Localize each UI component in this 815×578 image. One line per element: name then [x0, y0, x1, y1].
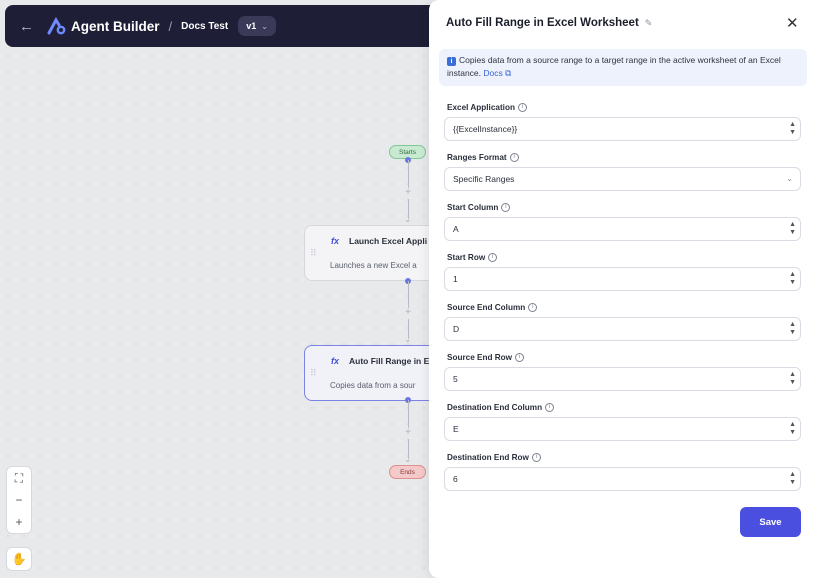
info-circle-icon[interactable]: i — [531, 453, 541, 462]
stepper-icon[interactable]: ▲ ▼ — [789, 121, 796, 137]
connector-line — [408, 281, 409, 308]
field-label-source-end-row: Source End Row i — [447, 353, 525, 362]
fit-view-icon[interactable]: ⛶ — [7, 467, 31, 489]
stepper-icon[interactable]: ▲ ▼ — [789, 421, 796, 437]
field-label-destination-end-row: Destination End Row i — [447, 453, 541, 462]
chevron-down-icon: ⌄ — [786, 174, 793, 183]
arrow-down-icon: ⌄ — [404, 214, 412, 224]
field-label-start-row: Start Row i — [447, 253, 498, 262]
arrow-down-icon: ⌄ — [404, 454, 412, 464]
field-label-excel-application: Excel Application i — [447, 103, 527, 112]
info-circle-icon[interactable]: i — [488, 253, 498, 262]
connector-line — [408, 400, 409, 428]
doc-name[interactable]: Docs Test — [181, 21, 228, 32]
stepper-icon[interactable]: ▲ ▼ — [789, 371, 796, 387]
edit-pencil-icon[interactable]: ✎ — [645, 18, 653, 29]
add-step-icon[interactable]: + — [403, 188, 413, 198]
back-arrow-icon[interactable]: ← — [19, 18, 39, 35]
zoom-controls: ⛶ − + — [6, 466, 32, 534]
info-circle-icon[interactable]: i — [545, 403, 555, 412]
panel-title: Auto Fill Range in Excel Worksheet ✎ — [446, 17, 652, 29]
docs-link[interactable]: Docs ⧉ — [483, 68, 511, 78]
version-dropdown[interactable]: v1 ⌄ — [238, 16, 276, 36]
breadcrumb-separator: / — [168, 18, 173, 34]
excel-application-input[interactable]: {{ExcelInstance}} ▲ ▼ — [444, 117, 801, 141]
agent-builder-logo-icon — [47, 17, 66, 35]
connector-line — [408, 160, 409, 188]
external-link-icon: ⧉ — [505, 68, 512, 78]
start-row-input[interactable]: 1 ▲ ▼ — [444, 267, 801, 291]
field-label-start-column: Start Column i — [447, 203, 511, 212]
field-label-source-end-column: Source End Column i — [447, 303, 538, 312]
info-circle-icon[interactable]: i — [501, 203, 511, 212]
destination-end-column-input[interactable]: E ▲ ▼ — [444, 417, 801, 441]
drag-handle-icon[interactable]: ⠿ — [310, 368, 317, 379]
end-node[interactable]: Ends — [389, 465, 426, 479]
stepper-icon[interactable]: ▲ ▼ — [789, 271, 796, 287]
add-step-icon[interactable]: + — [403, 308, 413, 318]
node-title: Launch Excel Appli — [349, 236, 428, 246]
panel-title-text: Auto Fill Range in Excel Worksheet — [446, 17, 639, 29]
pan-control: ✋ — [6, 547, 32, 571]
field-label-destination-end-column: Destination End Column i — [447, 403, 555, 412]
info-circle-icon[interactable]: i — [528, 303, 538, 312]
info-circle-icon[interactable]: i — [517, 103, 527, 112]
add-step-icon[interactable]: + — [403, 428, 413, 438]
info-banner: i Copies data from a source range to a ta… — [439, 49, 807, 86]
stepper-icon[interactable]: ▲ ▼ — [789, 471, 796, 487]
info-icon: i — [447, 57, 456, 66]
function-icon: fx — [331, 236, 340, 246]
chevron-down-icon: ⌄ — [261, 21, 268, 31]
app-name[interactable]: Agent Builder — [71, 19, 160, 34]
save-button[interactable]: Save — [740, 507, 801, 537]
source-end-row-input[interactable]: 5 ▲ ▼ — [444, 367, 801, 391]
zoom-out-icon[interactable]: − — [7, 489, 31, 511]
function-icon: fx — [331, 356, 340, 366]
node-description: Copies data from a sour — [330, 381, 416, 390]
arrow-down-icon: ⌄ — [404, 334, 412, 344]
node-description: Launches a new Excel a — [330, 261, 417, 270]
info-circle-icon[interactable]: i — [515, 353, 525, 362]
source-end-column-input[interactable]: D ▲ ▼ — [444, 317, 801, 341]
stepper-icon[interactable]: ▲ ▼ — [789, 221, 796, 237]
hand-pan-icon[interactable]: ✋ — [7, 548, 31, 570]
close-icon[interactable]: ✕ — [786, 14, 799, 32]
top-header: ← Agent Builder / Docs Test v1 ⌄ — [5, 5, 445, 47]
ranges-format-select[interactable]: Specific Ranges ⌄ — [444, 167, 801, 191]
node-title: Auto Fill Range in E — [349, 356, 430, 366]
drag-handle-icon[interactable]: ⠿ — [310, 248, 317, 259]
info-circle-icon[interactable]: i — [509, 153, 519, 162]
zoom-in-icon[interactable]: + — [7, 511, 31, 533]
destination-end-row-input[interactable]: 6 ▲ ▼ — [444, 467, 801, 491]
stepper-icon[interactable]: ▲ ▼ — [789, 321, 796, 337]
start-column-input[interactable]: A ▲ ▼ — [444, 217, 801, 241]
version-label: v1 — [246, 21, 257, 31]
properties-panel: Auto Fill Range in Excel Worksheet ✎ ✕ i… — [429, 0, 815, 578]
field-label-ranges-format: Ranges Format i — [447, 153, 519, 162]
